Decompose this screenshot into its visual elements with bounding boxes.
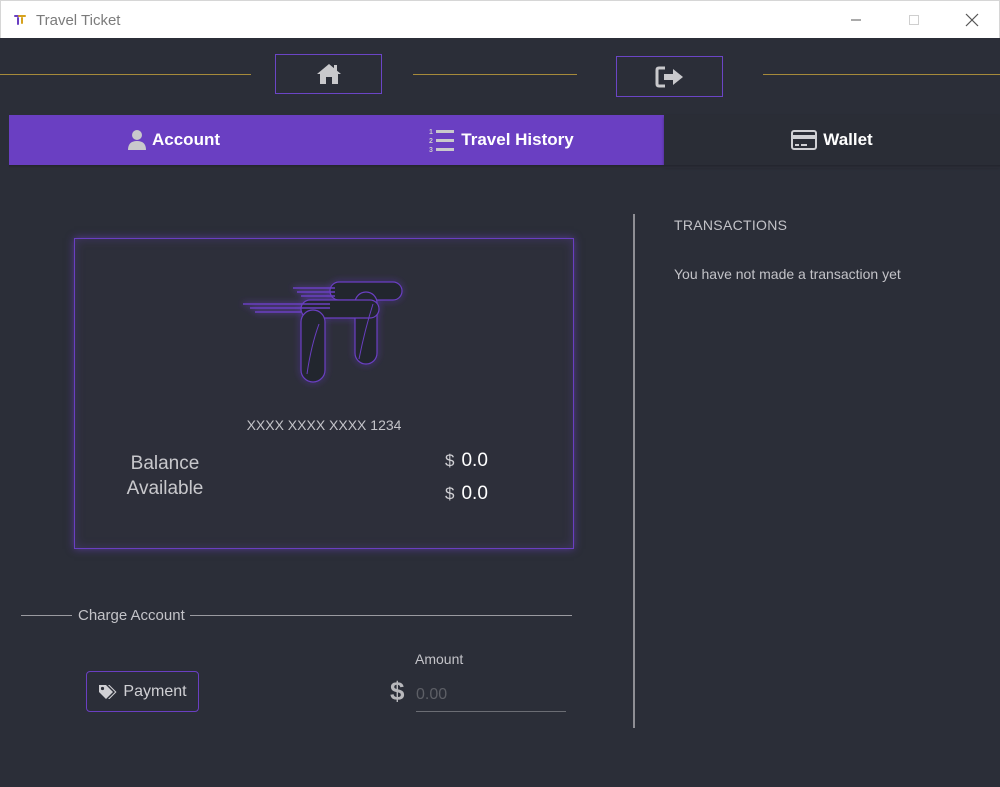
tab-account[interactable]: Account — [9, 115, 339, 165]
tab-wallet[interactable]: Wallet — [664, 115, 1000, 165]
nav-divider-middle — [413, 74, 577, 75]
payment-button-label: Payment — [123, 682, 187, 700]
close-button[interactable] — [943, 1, 1000, 39]
window-title: Travel Ticket — [36, 12, 121, 29]
balance-label-line1: Balance — [130, 453, 200, 474]
sign-out-icon — [655, 66, 683, 87]
tags-icon — [99, 684, 117, 699]
tab-travel-history[interactable]: 1 2 3 Travel History — [339, 115, 664, 165]
app-logo-icon — [14, 15, 26, 25]
tab-travel-history-label: Travel History — [461, 130, 574, 149]
tab-wallet-label: Wallet — [823, 130, 873, 149]
tab-account-label: Account — [152, 130, 220, 149]
home-button[interactable] — [275, 54, 382, 94]
amount-dollar-icon: $ — [390, 676, 405, 706]
dollar-icon: $ — [445, 484, 455, 503]
available-amount: 0.0 — [461, 483, 488, 504]
svg-text:1: 1 — [429, 129, 433, 136]
tab-bar-shadow — [9, 165, 1000, 168]
balance-amount: 0.0 — [461, 450, 488, 471]
card-logo — [243, 281, 403, 383]
travel-card: XXXX XXXX XXXX 1234 Balance Available $ … — [74, 238, 574, 549]
amount-label: Amount — [415, 651, 464, 667]
minimize-button[interactable] — [827, 1, 885, 39]
charge-divider-left — [21, 615, 72, 616]
numbered-list-icon: 1 2 3 — [429, 129, 455, 153]
credit-card-icon — [791, 130, 818, 150]
transactions-title: TRANSACTIONS — [674, 217, 788, 233]
nav-divider-left — [0, 74, 251, 75]
amount-input[interactable] — [416, 678, 566, 712]
close-icon — [965, 13, 979, 27]
nav-divider-right — [763, 74, 1000, 75]
transactions-empty-message: You have not made a transaction yet — [674, 266, 901, 282]
home-icon — [316, 64, 341, 84]
card-number: XXXX XXXX XXXX 1234 — [246, 417, 402, 433]
balance-label-line2: Available — [126, 478, 204, 499]
available-value: $ 0.0 — [445, 483, 488, 505]
svg-text:3: 3 — [429, 147, 433, 153]
tab-bar: Account 1 2 3 Travel History Wallet — [9, 115, 1000, 165]
charge-divider-right — [190, 615, 572, 616]
payment-button[interactable]: Payment — [86, 671, 199, 712]
maximize-button[interactable] — [885, 1, 943, 39]
balance-value: $ 0.0 — [445, 450, 488, 472]
user-icon — [128, 130, 146, 150]
maximize-icon — [909, 15, 919, 25]
vertical-divider — [633, 214, 635, 728]
svg-text:2: 2 — [429, 138, 433, 145]
title-bar: Travel Ticket — [0, 0, 1000, 38]
charge-account-title: Charge Account — [78, 607, 185, 624]
minimize-icon — [851, 19, 861, 21]
dollar-icon: $ — [445, 451, 455, 470]
logout-button[interactable] — [616, 56, 723, 97]
balance-label: Balance Available — [115, 451, 215, 501]
